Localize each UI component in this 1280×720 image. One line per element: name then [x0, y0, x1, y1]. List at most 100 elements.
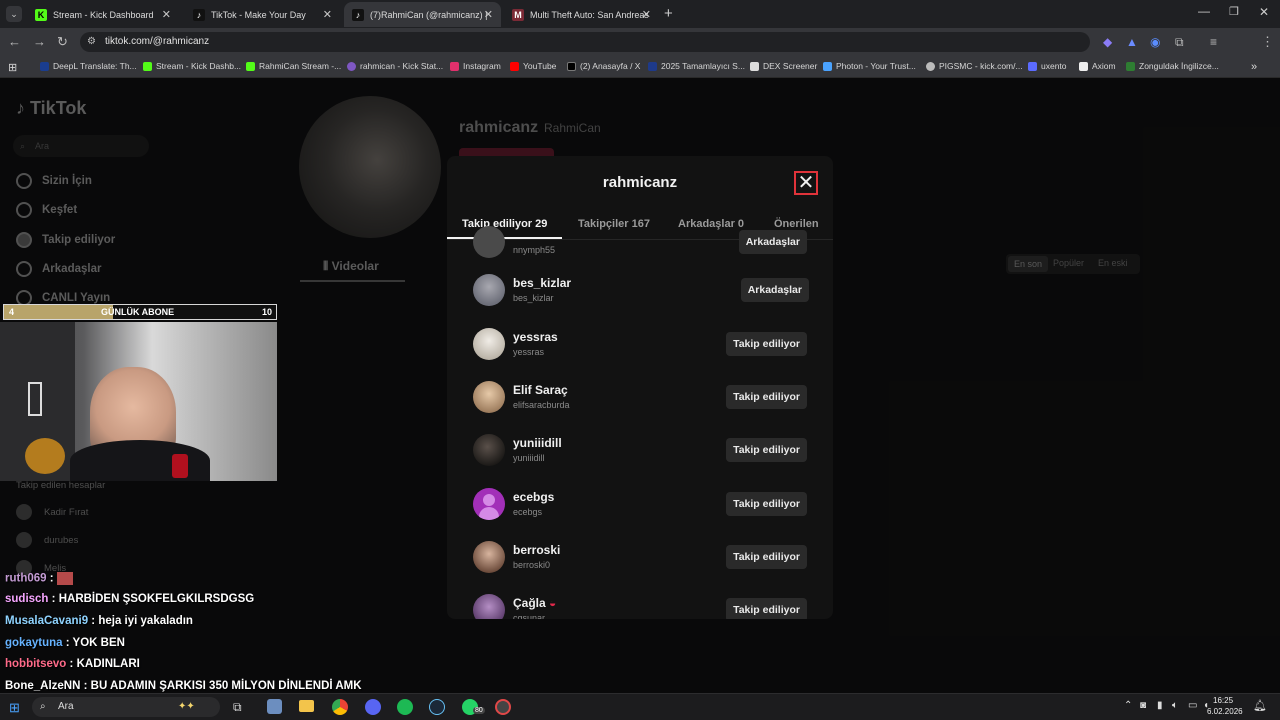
bookmark-item[interactable]: Photon - Your Trust...	[823, 61, 916, 71]
following-button[interactable]: Takip ediliyor	[726, 492, 807, 516]
avatar[interactable]	[473, 541, 505, 573]
daily-subs-label: GÜNLÜK ABONE	[101, 307, 175, 317]
extension-icon[interactable]: ▲	[1126, 35, 1138, 49]
user-handle: elifsaracburda	[513, 400, 570, 410]
restore-button[interactable]: ❐	[1229, 5, 1239, 18]
site-info-icon[interactable]: ⚙	[87, 32, 96, 52]
close-tab-icon[interactable]: ✕	[484, 8, 493, 21]
bookmarks-overflow-icon[interactable]: »	[1251, 61, 1257, 73]
user-handle: yuniiidill	[513, 453, 545, 463]
clock-time[interactable]: 16:25	[1213, 696, 1233, 705]
avatar[interactable]	[473, 434, 505, 466]
user-handle: ecebgs	[513, 507, 543, 517]
tray-network-icon[interactable]: ▭	[1188, 700, 1197, 711]
file-explorer-icon[interactable]	[299, 700, 314, 712]
bookmark-item[interactable]: Instagram	[450, 61, 501, 71]
app-icon[interactable]	[495, 699, 511, 715]
tray-mic-icon[interactable]: ▮	[1157, 700, 1163, 711]
user-silhouette-icon	[483, 494, 495, 506]
windows-start-icon[interactable]: ⊞	[9, 700, 20, 716]
discord-icon[interactable]	[365, 699, 381, 715]
avatar[interactable]	[473, 594, 505, 619]
bookmark-item[interactable]: Stream - Kick Dashb...	[143, 61, 241, 71]
close-icon: ✕	[797, 172, 815, 194]
user-row[interactable]: yuniiidill yuniiidill Takip ediliyor	[447, 434, 833, 487]
bookmark-item[interactable]: RahmiCan Stream -...	[246, 61, 341, 71]
close-modal-button[interactable]: ✕	[794, 171, 818, 195]
tray-volume-icon[interactable]: 🔈︎	[1172, 700, 1178, 711]
user-handle: cgsunar	[513, 613, 546, 619]
bookmark-item[interactable]: 2025 Tamamlayıcı S...	[648, 61, 745, 71]
chat-message: hobbitsevo : KADINLARI	[5, 658, 140, 670]
avatar[interactable]	[473, 274, 505, 306]
bookmark-item[interactable]: uxento	[1028, 61, 1067, 71]
modal-title: rahmicanz	[602, 174, 678, 191]
avatar[interactable]	[473, 328, 505, 360]
browser-tab-active[interactable]: ♪ (7)RahmiCan (@rahmicanz) | Ti ✕	[344, 2, 501, 27]
whatsapp-badge: 80	[473, 707, 485, 714]
back-icon[interactable]: ←	[8, 35, 21, 49]
avatar[interactable]	[473, 381, 505, 413]
following-button[interactable]: Takip ediliyor	[726, 438, 807, 462]
chat-message: ruth069 :	[5, 572, 73, 585]
user-row[interactable]: ecebgs ecebgs Takip ediliyor	[447, 488, 833, 541]
menu-icon[interactable]: ⋮	[1261, 35, 1274, 49]
bookmark-item[interactable]: Axiom	[1079, 61, 1116, 71]
new-tab-button[interactable]: +	[664, 5, 673, 22]
bookmark-item[interactable]: rahmican - Kick Stat...	[347, 61, 443, 71]
extension-icon[interactable]: ◉	[1150, 35, 1160, 49]
user-name: berroski	[513, 543, 561, 557]
avatar[interactable]	[473, 488, 505, 520]
bookmark-item[interactable]: (2) Anasayfa / X	[567, 61, 640, 71]
task-view-icon[interactable]: ⧉	[233, 700, 242, 715]
steam-icon[interactable]	[429, 699, 445, 715]
tiktok-icon: ♪	[352, 8, 364, 21]
bookmark-item[interactable]: DEX Screener	[750, 61, 817, 71]
lips-emoji-icon: ◒	[549, 596, 557, 610]
following-button[interactable]: Takip ediliyor	[726, 545, 807, 569]
user-row[interactable]: berroski berroski0 Takip ediliyor	[447, 541, 833, 594]
reload-icon[interactable]: ↻	[57, 35, 68, 49]
user-handle: bes_kizlar	[513, 293, 554, 303]
tab-search-button[interactable]: ⌄	[6, 6, 22, 22]
apps-icon[interactable]: ⊞	[8, 61, 17, 74]
notifications-icon[interactable]: 🔔︎	[1253, 699, 1267, 712]
url-text: tiktok.com/@rahmicanz	[105, 36, 210, 47]
close-tab-icon[interactable]: ✕	[642, 8, 651, 21]
bookmark-item[interactable]: YouTube	[510, 61, 556, 71]
bookmark-item[interactable]: Zonguldak İngilizce...	[1126, 61, 1219, 71]
browser-tab[interactable]: K Stream - Kick Dashboard ✕	[27, 2, 179, 27]
user-row[interactable]: yessras yessras Takip ediliyor	[447, 328, 833, 381]
media-controls-icon[interactable]: ≡	[1210, 35, 1217, 49]
following-button[interactable]: Takip ediliyor	[726, 332, 807, 356]
browser-tab[interactable]: M Multi Theft Auto: San Andreas ✕	[504, 2, 659, 27]
sparkle-icon: ✦✦	[178, 701, 195, 712]
address-bar[interactable]: ⚙ tiktok.com/@rahmicanz	[80, 32, 1090, 52]
user-handle: yessras	[513, 347, 545, 357]
chrome-icon[interactable]	[332, 699, 348, 715]
friends-button[interactable]: Arkadaşlar	[738, 230, 807, 254]
close-window-button[interactable]: ✕	[1259, 5, 1269, 19]
user-row[interactable]: Çağla ◒ cgsunar Takip ediliyor	[447, 594, 833, 619]
user-row[interactable]: Elif Saraç elifsaracburda Takip ediliyor	[447, 381, 833, 434]
close-tab-icon[interactable]: ✕	[162, 8, 171, 21]
tray-discord-icon[interactable]: ◙	[1140, 700, 1146, 711]
taskbar-search[interactable]: ⌕ Ara ✦✦	[32, 697, 220, 717]
following-button[interactable]: Takip ediliyor	[726, 598, 807, 619]
extension-icon[interactable]: ◆	[1103, 35, 1112, 49]
tray-chevron-icon[interactable]: ⌃	[1124, 700, 1132, 711]
spotify-icon[interactable]	[397, 699, 413, 715]
user-name: yessras	[513, 330, 558, 344]
close-tab-icon[interactable]: ✕	[323, 8, 332, 21]
browser-tab[interactable]: ♪ TikTok - Make Your Day ✕	[185, 2, 340, 27]
clock-date[interactable]: 6.02.2026	[1207, 707, 1243, 716]
app-icon[interactable]	[267, 699, 282, 714]
following-button[interactable]: Takip ediliyor	[726, 385, 807, 409]
extensions-puzzle-icon[interactable]: ⧉	[1175, 35, 1184, 49]
bookmark-item[interactable]: PIGSMC - kick.com/...	[926, 61, 1023, 71]
friends-button[interactable]: Arkadaşlar	[740, 278, 809, 302]
user-row[interactable]: bes_kizlar bes_kizlar Arkadaşlar	[447, 274, 833, 327]
forward-icon[interactable]: →	[33, 35, 46, 49]
minimize-button[interactable]: —	[1198, 4, 1210, 18]
bookmark-item[interactable]: DeepL Translate: Th...	[40, 61, 137, 71]
